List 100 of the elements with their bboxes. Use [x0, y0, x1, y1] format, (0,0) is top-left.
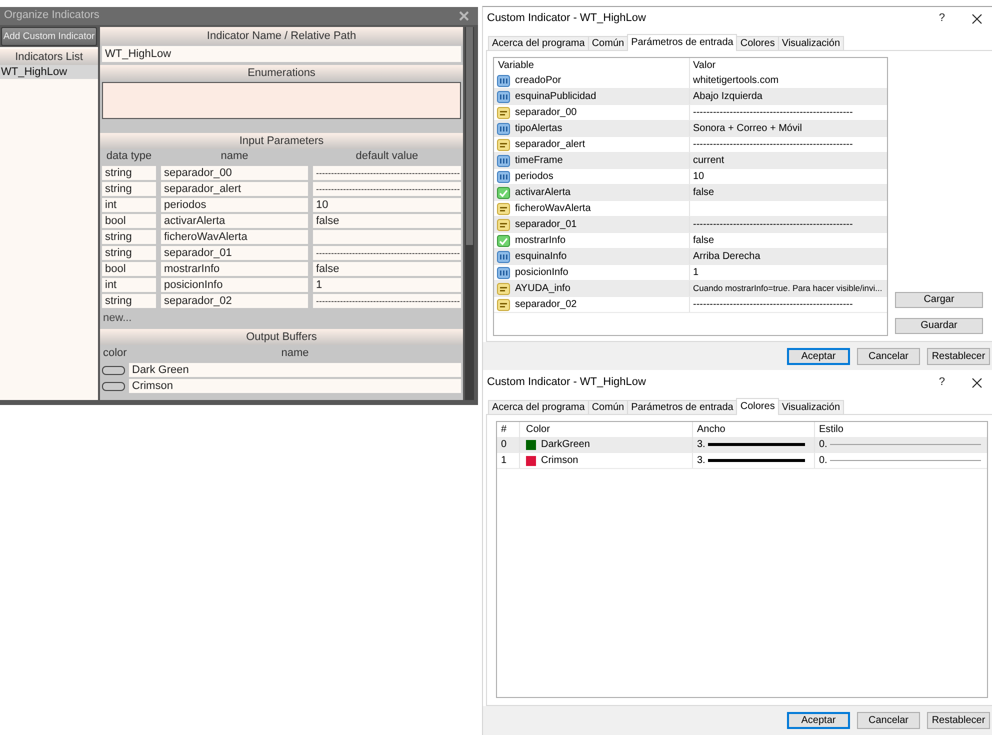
dialog-button[interactable]: Cancelar — [857, 348, 920, 365]
list-item[interactable]: WT_HighLow — [0, 65, 98, 79]
tab[interactable]: Acerca del programa — [488, 400, 589, 414]
value-field[interactable]: 10 — [313, 198, 461, 212]
name-field[interactable]: posicionInfo — [161, 278, 308, 292]
value-field[interactable]: false — [313, 214, 461, 228]
name-field[interactable]: mostrarInfo — [161, 262, 308, 276]
line-width-value: 3. — [697, 438, 706, 452]
tab[interactable]: Común — [588, 400, 628, 414]
type-field[interactable]: bool — [102, 214, 156, 228]
value-field[interactable]: false — [313, 262, 461, 276]
variable-value: Arriba Derecha — [692, 250, 762, 264]
variable-value: Abajo Izquierda — [692, 90, 764, 104]
window-title: Custom Indicator - WT_HighLow — [487, 12, 647, 26]
close-icon[interactable] — [972, 14, 982, 24]
type-field[interactable]: string — [102, 182, 156, 196]
variable-name: ficheroWavAlerta — [515, 202, 591, 216]
value-field[interactable]: 1 — [313, 278, 461, 292]
color-button[interactable] — [102, 366, 125, 374]
section-header: Input Parameters — [100, 133, 463, 149]
section-header: Indicators List — [0, 49, 98, 65]
section-header: Indicator Name / Relative Path — [100, 27, 463, 45]
number-icon — [497, 154, 510, 166]
line-style-value: 0. — [819, 438, 828, 452]
variable-name: timeFrame — [515, 154, 563, 168]
text-icon — [497, 106, 510, 118]
variable-value: 1 — [692, 266, 700, 280]
color-button[interactable] — [102, 382, 125, 390]
variable-value: ------------------------------------------------ — [692, 138, 854, 152]
tab[interactable]: Colores — [736, 398, 779, 415]
value-field[interactable]: ------------------------------------------------ — [313, 294, 461, 308]
value-field[interactable]: ------------------------------------------------ — [313, 166, 461, 180]
text-icon — [497, 202, 510, 214]
dialog-button[interactable]: Aceptar — [787, 712, 850, 729]
scrollbar-track[interactable] — [465, 27, 474, 400]
tab[interactable]: Colores — [736, 36, 779, 50]
line-sample-icon — [708, 443, 805, 446]
check-icon — [497, 234, 510, 246]
section-header: Enumerations — [100, 65, 463, 81]
help-button[interactable]: ? — [938, 12, 945, 26]
type-field[interactable]: int — [102, 278, 156, 292]
type-field[interactable]: string — [102, 294, 156, 308]
name-field[interactable]: separador_alert — [161, 182, 308, 196]
tab[interactable]: Acerca del programa — [488, 36, 589, 50]
value-field[interactable]: ------------------------------------------------ — [313, 182, 461, 196]
name-field[interactable]: periodos — [161, 198, 308, 212]
column-header: name — [220, 149, 248, 164]
name-field[interactable]: separador_02 — [161, 294, 308, 308]
variable-name: separador_alert — [515, 138, 586, 152]
type-field[interactable]: int — [102, 198, 156, 212]
line-sample-icon — [708, 459, 805, 462]
tab[interactable]: Parámetros de entrada — [627, 400, 738, 414]
row-index: 0 — [497, 437, 520, 452]
value-field[interactable] — [313, 230, 461, 244]
variable-value: current — [692, 154, 726, 168]
variable-name: separador_02 — [515, 298, 577, 312]
line-sample-icon — [830, 460, 981, 461]
window-title: Custom Indicator - WT_HighLow — [487, 376, 647, 390]
variable-name: creadoPor — [515, 74, 562, 88]
type-field[interactable]: string — [102, 166, 156, 180]
name-field[interactable]: activarAlerta — [161, 214, 308, 228]
buffer-name-field[interactable]: Crimson — [129, 379, 461, 393]
line-sample-icon — [830, 444, 981, 445]
type-field[interactable]: string — [102, 246, 156, 260]
dialog-button[interactable]: Aceptar — [787, 348, 850, 365]
tab[interactable]: Común — [588, 36, 628, 50]
number-icon — [497, 266, 510, 278]
text-icon — [497, 282, 510, 294]
indicator-name-field[interactable]: WT_HighLow — [102, 46, 461, 62]
variable-value: Cuando mostrarInfo=true. Para hacer visible/invi... — [692, 282, 884, 295]
name-field[interactable]: separador_00 — [161, 166, 308, 180]
value-field[interactable]: ------------------------------------------------ — [313, 246, 461, 260]
buffer-name-field[interactable]: Dark Green — [129, 363, 461, 377]
number-icon — [497, 90, 510, 102]
name-field[interactable]: ficheroWavAlerta — [161, 230, 308, 244]
side-button[interactable]: Cargar — [895, 292, 983, 308]
close-icon[interactable] — [972, 378, 982, 388]
row-index: 1 — [497, 453, 520, 468]
variable-name: tipoAlertas — [515, 122, 562, 136]
name-field[interactable]: separador_01 — [161, 246, 308, 260]
tab[interactable]: Parámetros de entrada — [627, 34, 738, 51]
color-name: Crimson — [541, 454, 578, 468]
add-indicator-button[interactable]: Add Custom Indicator — [1, 27, 97, 46]
type-field[interactable]: bool — [102, 262, 156, 276]
dialog-button[interactable]: Restablecer — [927, 712, 990, 729]
new-parameter-link[interactable]: new... — [103, 312, 132, 324]
dialog-button[interactable]: Restablecer — [927, 348, 990, 365]
line-width-value: 3. — [697, 454, 706, 468]
window-title: Organize Indicators — [4, 9, 100, 23]
tab[interactable]: Visualización — [778, 400, 844, 414]
number-icon — [497, 122, 510, 134]
side-button[interactable]: Guardar — [895, 318, 983, 334]
column-header: Valor — [692, 59, 717, 73]
dialog-button[interactable]: Cancelar — [857, 712, 920, 729]
tab[interactable]: Visualización — [778, 36, 844, 50]
enumerations-field[interactable] — [102, 82, 461, 119]
type-field[interactable]: string — [102, 230, 156, 244]
scrollbar-thumb[interactable] — [466, 27, 473, 245]
number-icon — [497, 74, 510, 86]
help-button[interactable]: ? — [938, 376, 945, 390]
